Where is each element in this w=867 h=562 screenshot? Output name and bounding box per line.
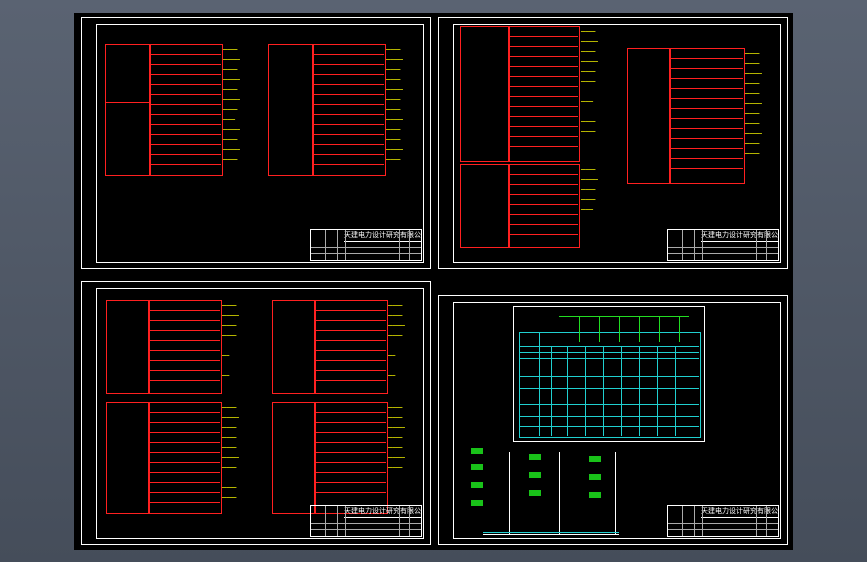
title-block: 天建电力设计研究有限公司 bbox=[310, 505, 422, 537]
drawing-sheet-2[interactable]: ━━━━━━ ━━━━━━━ ━━━━━━ ━━━━━━━ ━━━━━━ ━━━… bbox=[438, 17, 788, 269]
distribution-panel bbox=[460, 26, 510, 162]
green-block bbox=[529, 472, 541, 478]
distribution-panel bbox=[272, 402, 316, 514]
distribution-panel bbox=[106, 300, 150, 394]
green-block bbox=[471, 448, 483, 454]
title-block: 天建电力设计研究有限公司 bbox=[667, 505, 779, 537]
drawing-sheet-3[interactable]: ━━━━━━ ━━━━━━━ ━━━━━━ ━━━━━━ ━━━ ━━━ ━━━… bbox=[81, 281, 431, 545]
distribution-panel bbox=[105, 44, 151, 176]
green-block bbox=[471, 464, 483, 470]
green-block bbox=[589, 474, 601, 480]
green-block bbox=[471, 482, 483, 488]
distribution-panel bbox=[106, 402, 150, 514]
distribution-panel bbox=[268, 44, 314, 176]
title-block: 天建电力设计研究有限公司 bbox=[310, 229, 422, 261]
drawing-sheet-4[interactable]: 天建电力设计研究有限公司 bbox=[438, 295, 788, 545]
green-block bbox=[589, 492, 601, 498]
distribution-panel bbox=[460, 164, 510, 248]
distribution-panel bbox=[272, 300, 316, 394]
distribution-panel bbox=[627, 48, 671, 184]
green-block bbox=[471, 500, 483, 506]
drawing-sheet-1[interactable]: ━━━━━━ ━━━━━━━ ━━━━━━ ━━━━━━━ ━━━━━━ ━━━… bbox=[81, 17, 431, 269]
green-block bbox=[589, 456, 601, 462]
circuit-table bbox=[148, 402, 222, 514]
green-block bbox=[529, 490, 541, 496]
drawing-canvas[interactable]: ━━━━━━ ━━━━━━━ ━━━━━━ ━━━━━━━ ━━━━━━ ━━━… bbox=[74, 13, 793, 550]
circuit-table bbox=[508, 164, 580, 248]
title-block: 天建电力设计研究有限公司 bbox=[667, 229, 779, 261]
circuit-table bbox=[314, 402, 388, 514]
green-block bbox=[529, 454, 541, 460]
